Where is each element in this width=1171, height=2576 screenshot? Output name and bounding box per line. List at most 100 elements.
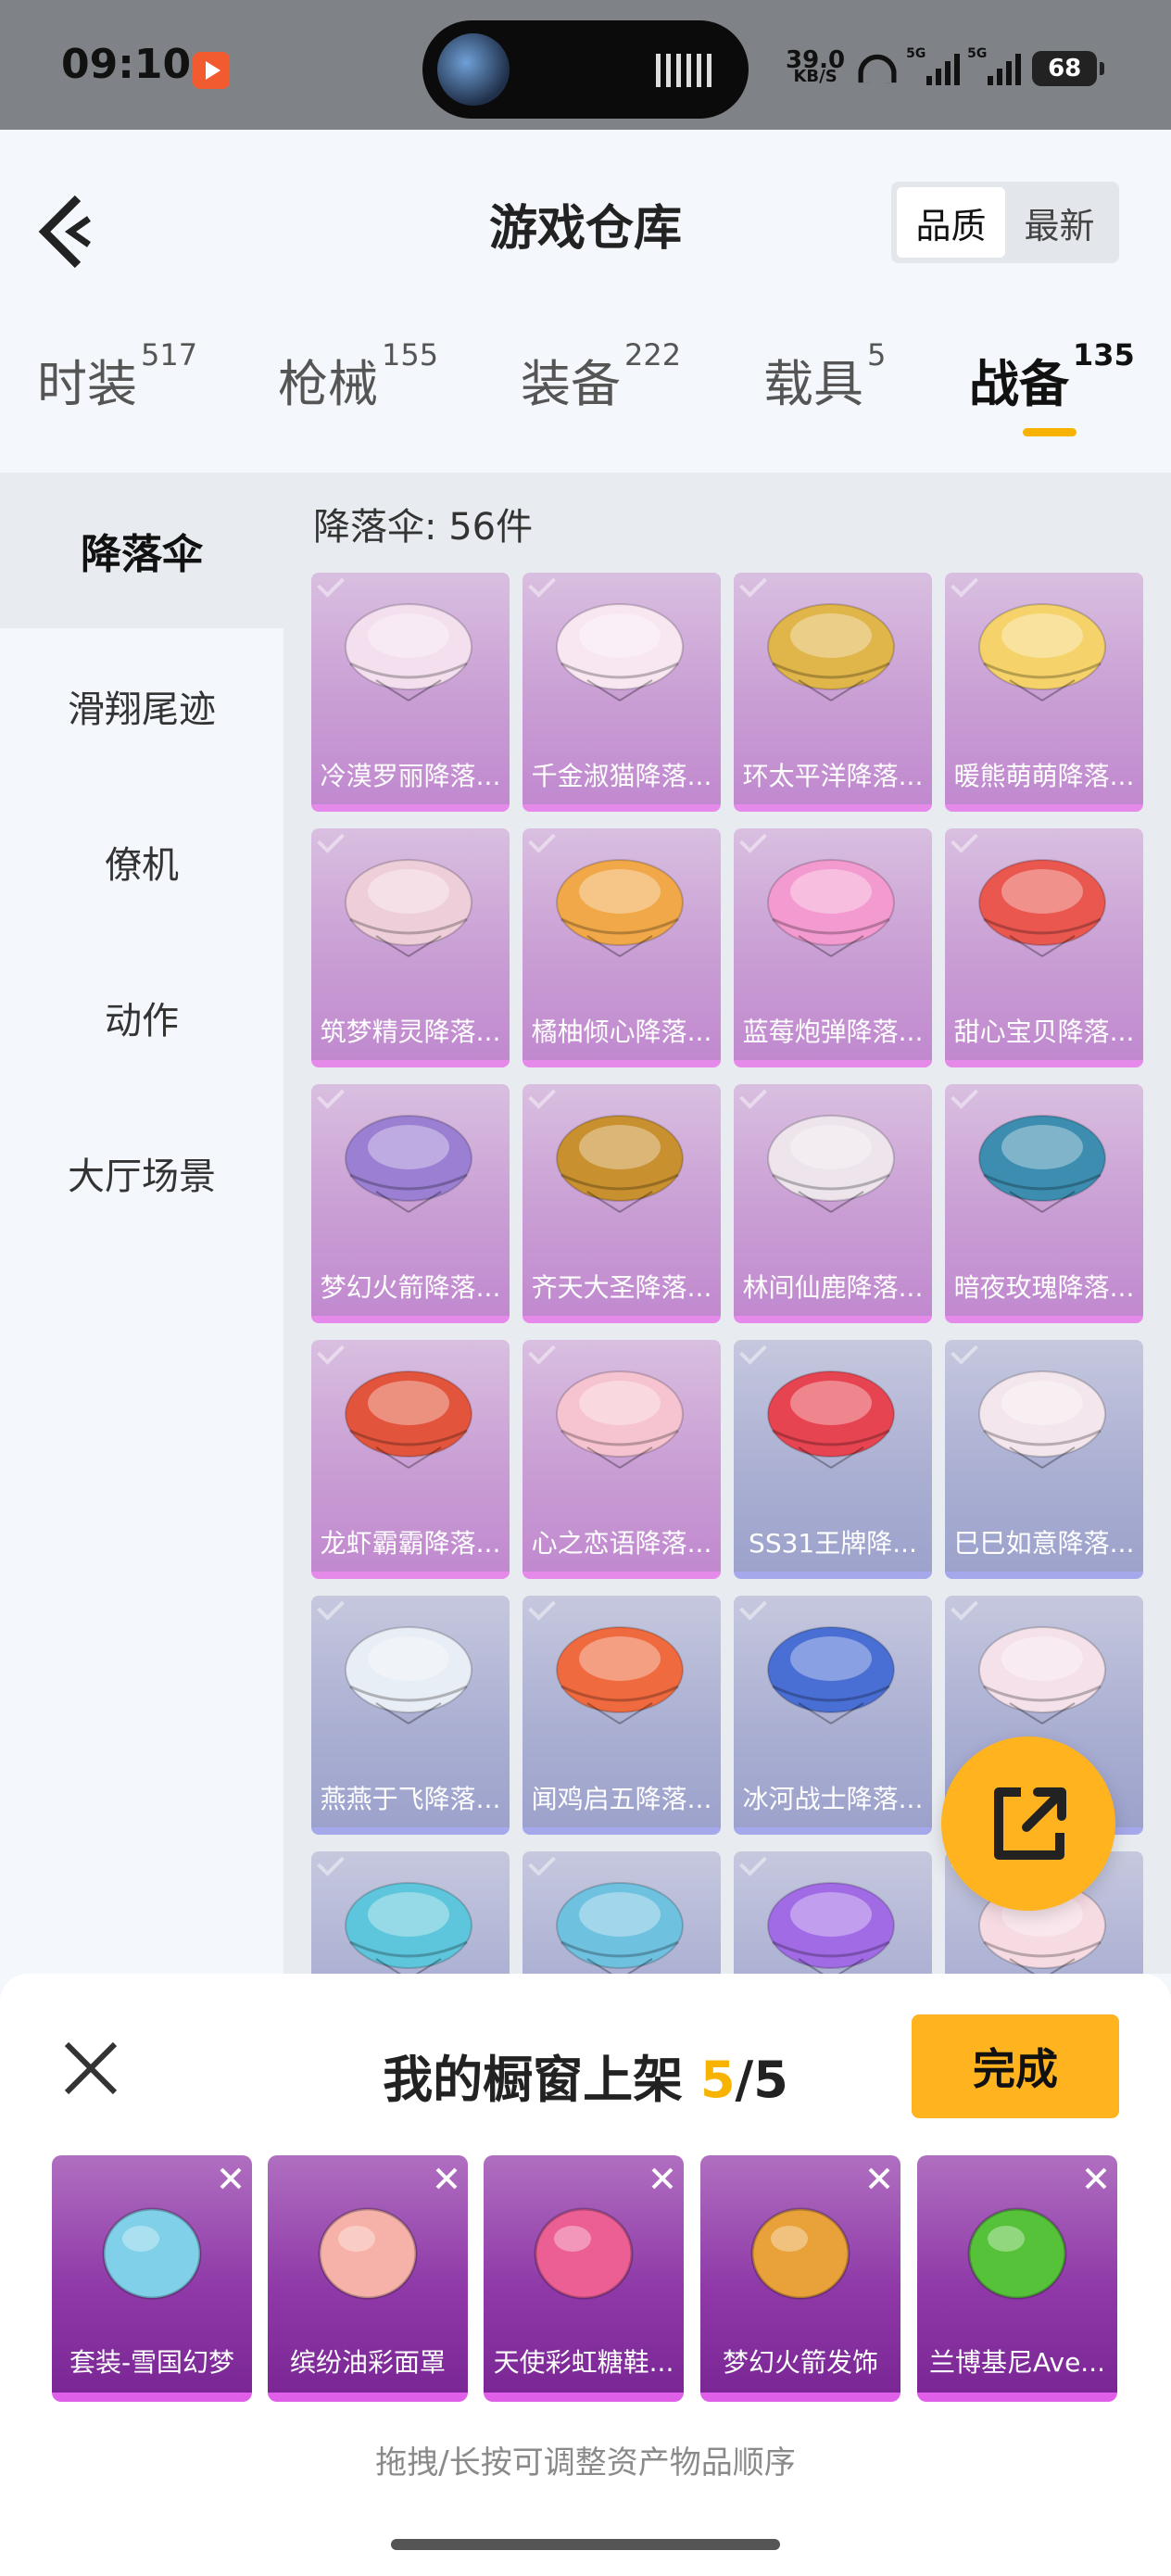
- showcase-slot[interactable]: 兰博基尼Ave...: [917, 2155, 1117, 2402]
- grid-item[interactable]: 暗夜玫瑰降落...: [945, 1084, 1143, 1323]
- remove-slot-button[interactable]: [863, 2163, 895, 2194]
- grid-item[interactable]: 燕燕于飞降落...: [311, 1596, 510, 1835]
- grid-item[interactable]: 冷漠罗丽降落...: [311, 573, 510, 812]
- signal-label-1: 5G: [906, 46, 926, 61]
- grid-item[interactable]: 巳巳如意降落...: [945, 1340, 1143, 1579]
- check-icon: [317, 573, 345, 598]
- check-icon: [739, 1851, 767, 1876]
- grid-item[interactable]: [734, 1851, 932, 1974]
- now-playing-avatar: [437, 33, 510, 106]
- parachute-icon: [767, 1370, 895, 1469]
- share-fab-button[interactable]: [941, 1736, 1115, 1911]
- sort-quality-option[interactable]: 品质: [897, 187, 1005, 258]
- check-icon: [528, 1596, 556, 1621]
- grid-item[interactable]: [523, 1851, 721, 1974]
- grid-item[interactable]: 千金淑猫降落...: [523, 573, 721, 812]
- tab-count: 5: [867, 337, 887, 373]
- sidebar-item-emote[interactable]: 动作: [0, 940, 283, 1095]
- check-icon: [528, 1851, 556, 1876]
- parachute-icon: [345, 1370, 472, 1469]
- check-icon: [739, 1596, 767, 1621]
- grid-item[interactable]: 梦幻火箭降落...: [311, 1084, 510, 1323]
- check-icon: [739, 828, 767, 853]
- check-icon: [317, 1084, 345, 1109]
- grid-item[interactable]: 闻鸡启五降落...: [523, 1596, 721, 1835]
- grid-item-name: 梦幻火箭降落...: [320, 1272, 501, 1303]
- check-icon: [317, 1851, 345, 1876]
- grid-item[interactable]: 心之恋语降落...: [523, 1340, 721, 1579]
- sidebar-item-parachute[interactable]: 降落伞: [0, 473, 283, 628]
- tab-battle-gear[interactable]: 战备 135: [969, 337, 1135, 416]
- check-icon: [951, 573, 978, 598]
- tab-label: 装备: [521, 355, 621, 413]
- grid-item-name: 巳巳如意降落...: [953, 1528, 1135, 1559]
- check-icon: [739, 1340, 767, 1365]
- audio-wave-icon: [656, 54, 711, 87]
- grid-item-name: 龙虾霸霸降落...: [320, 1528, 501, 1559]
- grid-item[interactable]: 环太平洋降落...: [734, 573, 932, 812]
- sort-toggle: 品质 最新: [891, 182, 1119, 263]
- net-speed-unit: KB/S: [793, 67, 837, 86]
- parachute-icon: [345, 1882, 472, 1974]
- reorder-hint: 拖拽/长按可调整资产物品顺序: [375, 2444, 796, 2481]
- wifi-icon: [858, 54, 897, 83]
- grid-item-name: 齐天大圣降落...: [531, 1272, 712, 1303]
- close-icon: [435, 2167, 458, 2190]
- grid-item-name: 筑梦精灵降落...: [320, 1017, 501, 1047]
- grid-item[interactable]: 蓝莓炮弹降落...: [734, 828, 932, 1067]
- parachute-icon: [978, 1626, 1106, 1724]
- showcase-slot[interactable]: 天使彩虹糖鞋...: [484, 2155, 684, 2402]
- tab-count: 155: [382, 337, 439, 373]
- tab-gear[interactable]: 装备 222: [521, 337, 681, 416]
- grid-item[interactable]: 甜心宝贝降落...: [945, 828, 1143, 1067]
- remove-slot-button[interactable]: [1080, 2163, 1112, 2194]
- tab-fashion[interactable]: 时装 517: [37, 337, 197, 416]
- home-indicator[interactable]: [391, 2539, 780, 2550]
- grid-item[interactable]: 筑梦精灵降落...: [311, 828, 510, 1067]
- parachute-icon: [978, 1370, 1106, 1469]
- showcase-slot[interactable]: 套装-雪国幻梦: [52, 2155, 252, 2402]
- signal-label-2: 5G: [967, 46, 988, 61]
- showcase-title-text: 我的橱窗上架: [383, 2051, 700, 2109]
- sidebar-item-wingman[interactable]: 僚机: [0, 784, 283, 940]
- grid-item[interactable]: 冰河战士降落...: [734, 1596, 932, 1835]
- grid-item[interactable]: [311, 1851, 510, 1974]
- parachute-icon: [345, 1626, 472, 1724]
- check-icon: [739, 1084, 767, 1109]
- grid-item[interactable]: 林间仙鹿降落...: [734, 1084, 932, 1323]
- share-icon: [994, 1787, 1066, 1860]
- signal-icon-2: 5G: [967, 46, 1022, 85]
- check-icon: [528, 1084, 556, 1109]
- tab-vehicles[interactable]: 载具 5: [763, 337, 886, 416]
- slot-item-name: 套装-雪国幻梦: [69, 2347, 235, 2378]
- sidebar-item-lobby-scene[interactable]: 大厅场景: [0, 1095, 283, 1251]
- grid-item[interactable]: 齐天大圣降落...: [523, 1084, 721, 1323]
- check-icon: [528, 573, 556, 598]
- sort-latest-option[interactable]: 最新: [1005, 187, 1114, 258]
- close-icon: [651, 2167, 674, 2190]
- parachute-icon: [767, 1626, 895, 1724]
- slot-item-name: 梦幻火箭发饰: [722, 2347, 878, 2378]
- grid-item-name: 暗夜玫瑰降落...: [953, 1272, 1135, 1303]
- tab-label: 载具: [763, 355, 863, 413]
- remove-slot-button[interactable]: [431, 2163, 462, 2194]
- grid-item[interactable]: 暖熊萌萌降落...: [945, 573, 1143, 812]
- grid-item[interactable]: 龙虾霸霸降落...: [311, 1340, 510, 1579]
- grid-item-name: 蓝莓炮弹降落...: [742, 1017, 924, 1047]
- showcase-sheet: 我的橱窗上架 5/5 完成 套装-雪国幻梦 缤纷油彩面罩 天使彩虹糖鞋... 梦幻火箭…: [0, 1974, 1171, 2576]
- remove-slot-button[interactable]: [215, 2163, 246, 2194]
- remove-slot-button[interactable]: [647, 2163, 678, 2194]
- grid-item[interactable]: SS31王牌降...: [734, 1340, 932, 1579]
- done-button[interactable]: 完成: [912, 2014, 1119, 2118]
- tab-guns[interactable]: 枪械 155: [278, 337, 438, 416]
- grid-item-name: 环太平洋降落...: [742, 761, 924, 791]
- check-icon: [951, 1340, 978, 1365]
- showcase-slot[interactable]: 缤纷油彩面罩: [268, 2155, 468, 2402]
- check-icon: [951, 828, 978, 853]
- grid-item[interactable]: 橘柚倾心降落...: [523, 828, 721, 1067]
- check-icon: [951, 1596, 978, 1621]
- parachute-icon: [556, 1115, 684, 1213]
- sidebar-item-glide-trail[interactable]: 滑翔尾迹: [0, 628, 283, 784]
- showcase-current-count: 5: [699, 2051, 736, 2109]
- showcase-slot[interactable]: 梦幻火箭发饰: [700, 2155, 900, 2402]
